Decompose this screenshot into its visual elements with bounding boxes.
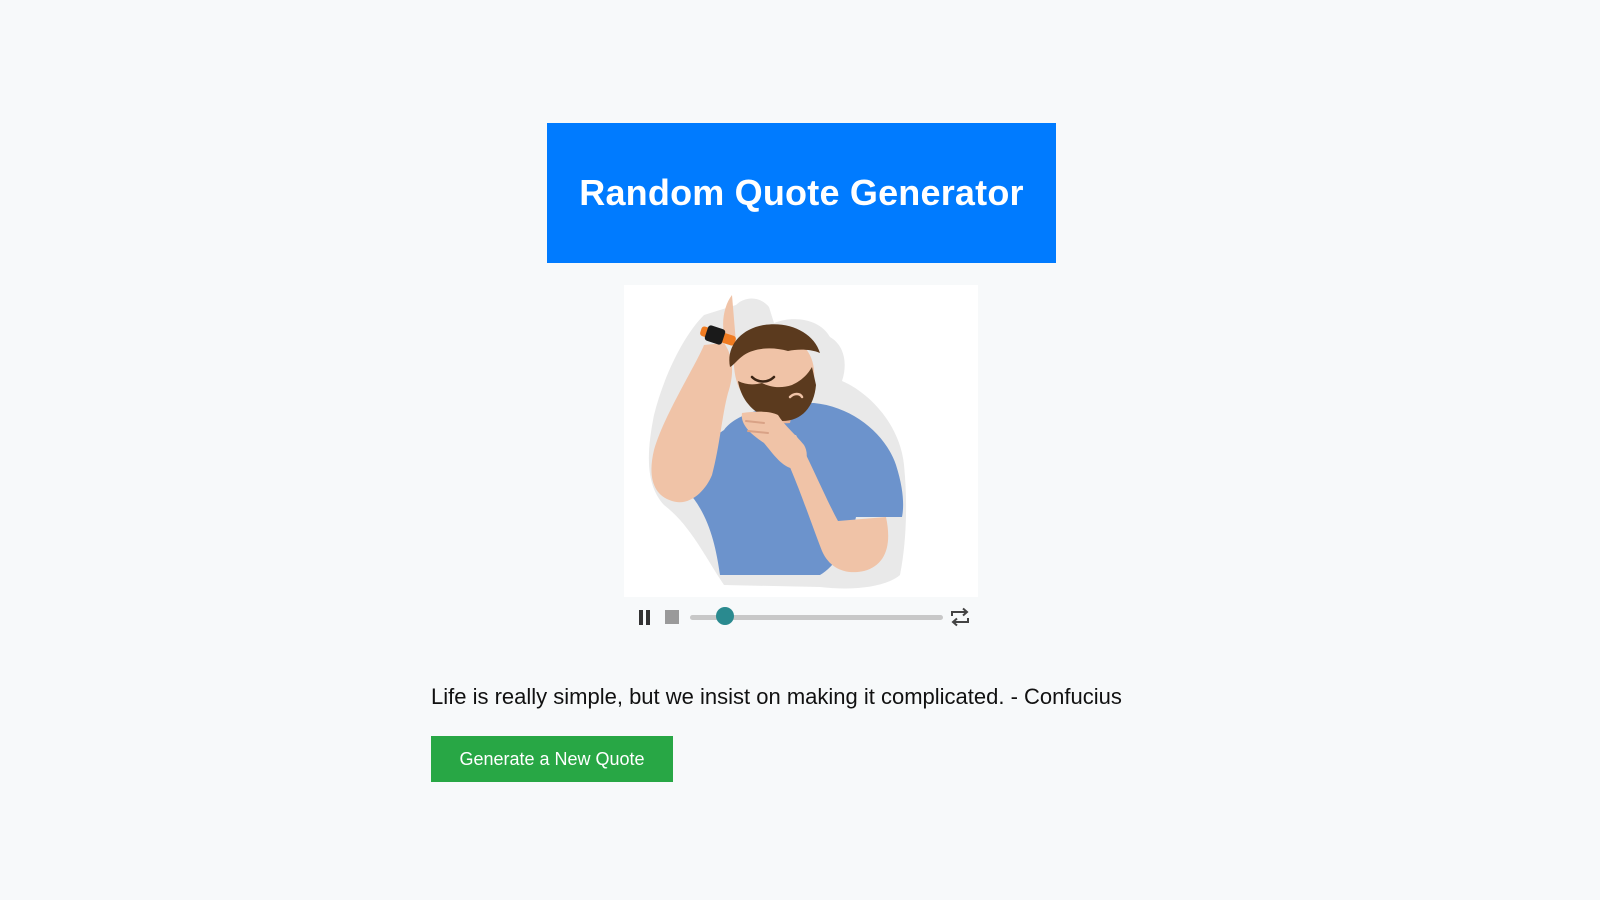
thinking-man-illustration	[648, 295, 907, 589]
stop-icon	[665, 610, 679, 624]
pause-icon	[638, 609, 643, 625]
generate-quote-button[interactable]: Generate a New Quote	[431, 736, 673, 782]
header-banner: Random Quote Generator	[547, 123, 1056, 263]
quote-text: Life is really simple, but we insist on …	[431, 684, 1122, 709]
stop-button[interactable]	[660, 604, 684, 630]
loop-icon	[951, 607, 969, 627]
seek-thumb[interactable]	[716, 607, 735, 625]
loop-button[interactable]	[947, 604, 973, 630]
lottie-animation	[624, 285, 978, 597]
animation-player-controls	[632, 604, 972, 630]
pause-icon-bar	[645, 609, 650, 625]
page: Random Quote Generator Life is really si…	[0, 0, 1600, 900]
pause-button[interactable]	[632, 604, 656, 630]
page-title: Random Quote Generator	[579, 172, 1024, 213]
